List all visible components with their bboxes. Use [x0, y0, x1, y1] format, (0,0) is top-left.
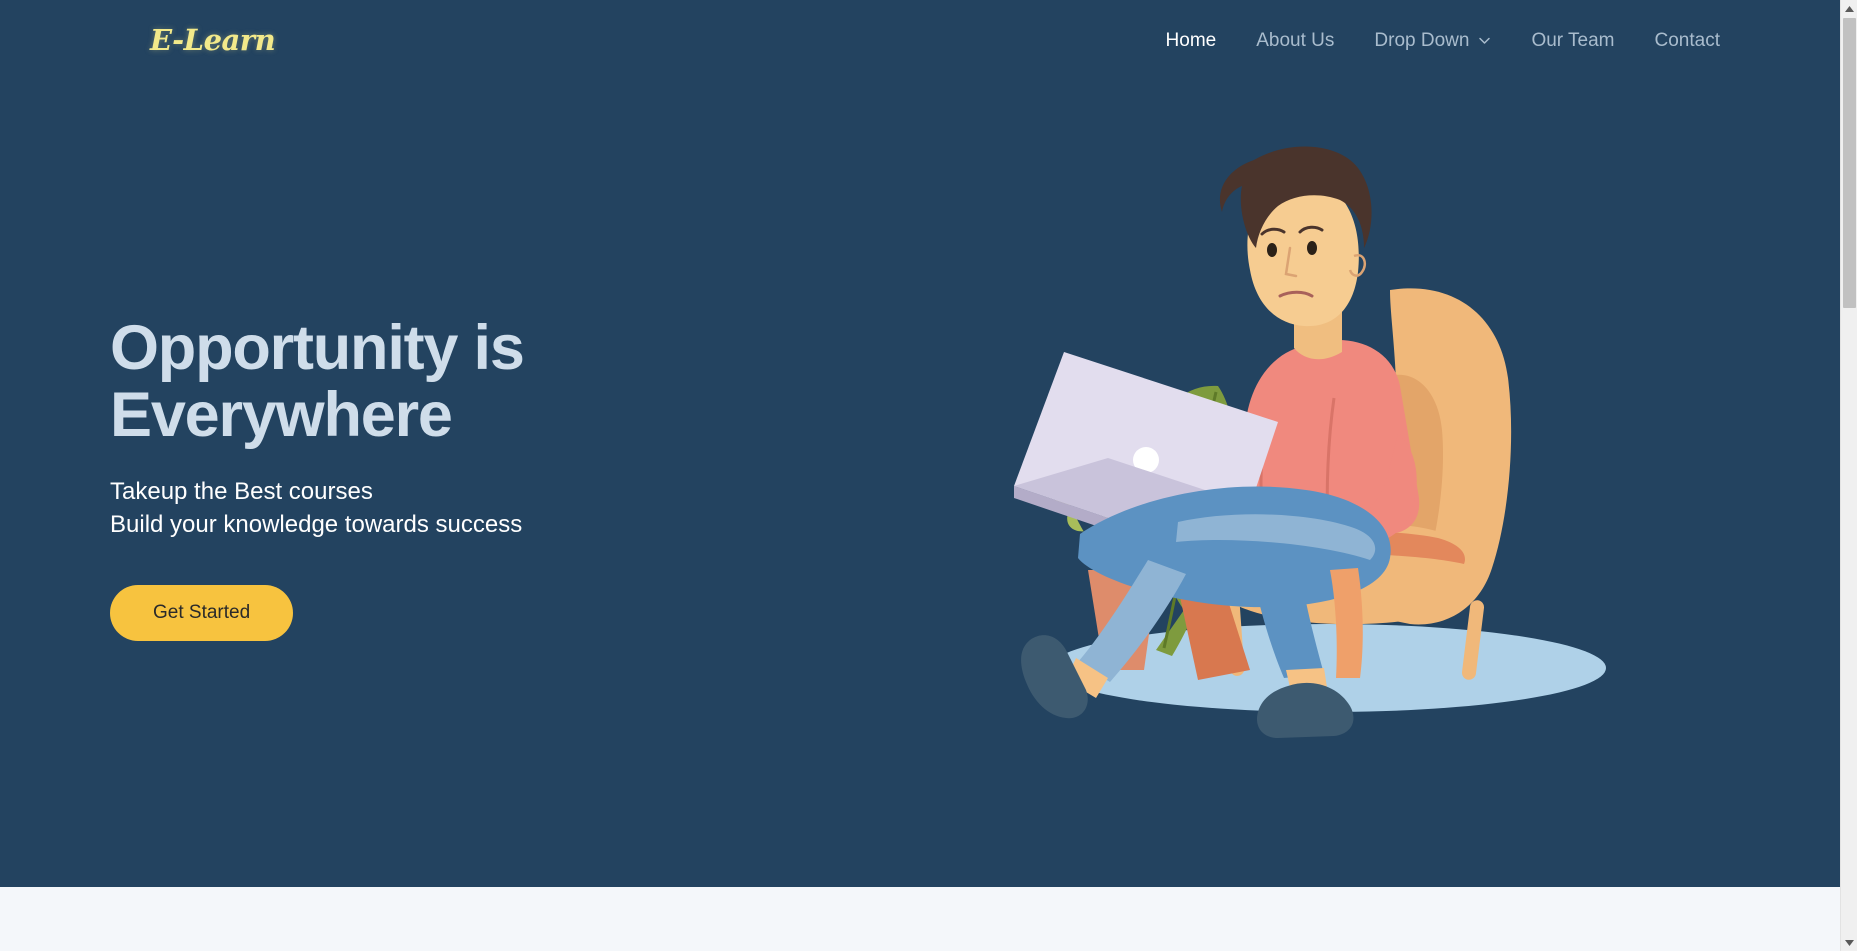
hero-subtitle: Takeup the Best courses Build your knowl… — [110, 477, 523, 538]
nav-item-home[interactable]: Home — [1146, 25, 1237, 56]
brand-php: php — [682, 887, 872, 951]
brand-ruby — [968, 887, 1158, 951]
brand-html-js-css: HTML JS CSS — [108, 887, 298, 951]
nav-links: Home About Us Drop Down Our Team Contact — [1146, 25, 1740, 56]
scrollbar-down-arrow[interactable] — [1841, 934, 1857, 951]
nav-item-label: Drop Down — [1374, 29, 1470, 51]
nav-item-about-us[interactable]: About Us — [1236, 25, 1354, 56]
site-logo[interactable]: E-Learn — [150, 23, 276, 57]
hero-illustration — [960, 130, 1680, 850]
get-started-button[interactable]: Get Started — [110, 584, 294, 641]
nav-item-label: Our Team — [1531, 29, 1615, 51]
eye-right — [1307, 241, 1317, 255]
hero-title: Opportunity is Everywhere — [110, 313, 525, 450]
hero-copy: Opportunity is Everywhere Takeup the Bes… — [110, 315, 870, 641]
brand-android — [1542, 887, 1732, 951]
vertical-scrollbar[interactable] — [1840, 0, 1857, 951]
hero-section: E-Learn Home About Us Drop Down Our Team… — [0, 0, 1840, 887]
nav-item-label: About Us — [1256, 29, 1335, 51]
nav-item-drop-down[interactable]: Drop Down — [1354, 25, 1511, 56]
brand-logos-strip: HTML JS CSS Adobe — [0, 887, 1840, 951]
eye-left — [1267, 243, 1277, 257]
browser-viewport: E-Learn Home About Us Drop Down Our Team… — [0, 0, 1857, 951]
nav-item-label: Home — [1165, 29, 1217, 51]
nav-item-label: Contact — [1654, 29, 1720, 51]
main-navbar: E-Learn Home About Us Drop Down Our Team… — [0, 0, 1840, 80]
brand-amazon: amazon — [1255, 887, 1445, 951]
shoe-back — [1021, 635, 1088, 719]
nav-item-contact[interactable]: Contact — [1635, 25, 1740, 56]
chevron-down-icon — [1478, 34, 1491, 47]
scrollbar-thumb[interactable] — [1843, 18, 1856, 308]
nav-item-our-team[interactable]: Our Team — [1511, 25, 1634, 56]
page-content: E-Learn Home About Us Drop Down Our Team… — [0, 0, 1840, 951]
brand-adobe: Adobe — [395, 887, 585, 951]
scrollbar-up-arrow[interactable] — [1841, 0, 1857, 17]
